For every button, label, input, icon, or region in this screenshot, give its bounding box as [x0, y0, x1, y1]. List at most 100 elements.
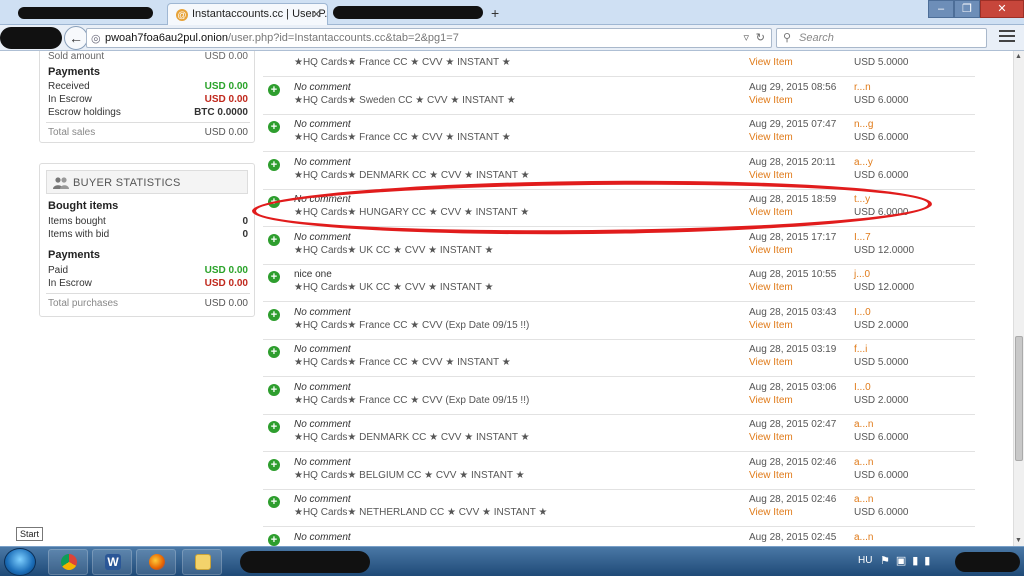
redacted-clock: [955, 552, 1020, 572]
feedback-row: + No comment ★HQ Cards★ NETHERLAND CC ★ CV…: [263, 490, 975, 527]
view-item-link[interactable]: View Item: [749, 282, 793, 293]
reload-icon[interactable]: ↻: [756, 31, 765, 44]
total-sales-label: Total sales: [48, 127, 96, 138]
positive-feedback-icon: +: [268, 458, 280, 471]
feedback-date: Aug 28, 2015 02:46: [749, 494, 837, 505]
feedback-date: Aug 29, 2015 08:56: [749, 81, 837, 93]
menu-hamburger-icon[interactable]: [999, 30, 1015, 44]
buyer-username[interactable]: a...n: [854, 494, 873, 505]
explorer-taskbar-button[interactable]: [182, 549, 222, 575]
buyer-username[interactable]: r...n: [854, 82, 871, 93]
total-purchases-label: Total purchases: [48, 298, 119, 309]
view-item-link[interactable]: View Item: [749, 245, 793, 256]
divider: [46, 122, 250, 123]
close-window-button[interactable]: ✕: [980, 0, 1024, 18]
view-item-link[interactable]: View Item: [749, 470, 793, 481]
buyer-username[interactable]: t...y: [854, 194, 870, 205]
site-favicon-icon: @: [176, 9, 188, 21]
feedback-comment: No comment: [294, 119, 351, 130]
view-item-link[interactable]: View Item: [749, 95, 793, 106]
buyer-username[interactable]: a...n: [854, 419, 873, 430]
redacted-taskbar-item: [240, 551, 370, 573]
item-title: ★HQ Cards★ DENMARK CC ★ CVV ★ INSTANT ★: [294, 432, 530, 443]
back-arrow-icon: ←: [69, 30, 83, 46]
minimize-button[interactable]: –: [928, 0, 954, 18]
maximize-button[interactable]: ❐: [954, 0, 980, 18]
feedback-date: Aug 28, 2015 18:59: [749, 194, 837, 205]
feedback-date: Aug 28, 2015 03:19: [749, 344, 837, 355]
item-title: ★HQ Cards★ HUNGARY CC ★ CVV ★ INSTANT ★: [294, 207, 530, 218]
feedback-date: Aug 28, 2015 17:17: [749, 231, 837, 243]
positive-feedback-icon: +: [268, 421, 280, 433]
language-indicator[interactable]: HU: [858, 555, 872, 566]
dropdown-arrow-icon[interactable]: ▿: [743, 31, 749, 44]
total-sales-value: USD 0.00: [204, 127, 248, 138]
items-with-bid-row: Items with bid 0: [48, 229, 248, 240]
buyer-payments-heading: Payments: [48, 249, 100, 261]
positive-feedback-icon: +: [268, 496, 280, 508]
view-item-link[interactable]: View Item: [749, 132, 793, 143]
url-bar[interactable]: ◎ pwoah7foa6au2pul.onion/user.php?id=Ins…: [86, 28, 772, 48]
positive-feedback-icon: +: [268, 121, 280, 133]
buyer-username[interactable]: j...0: [854, 269, 870, 280]
item-price: USD 6.0000: [854, 132, 909, 143]
word-taskbar-button[interactable]: W: [92, 549, 132, 575]
globe-icon: ◎: [91, 33, 101, 45]
start-button[interactable]: [4, 548, 36, 576]
feedback-row: + No comment ★HQ Cards★ France CC ★ CVV ★ …: [263, 340, 975, 377]
positive-feedback-icon: +: [268, 533, 280, 546]
scrollbar-thumb[interactable]: [1015, 336, 1023, 461]
buyer-username[interactable]: I...7: [854, 232, 871, 243]
item-price: USD 5.0000: [854, 57, 909, 68]
browser-tab-bar: @ Instantaccounts.cc | User P... ✕ + – ❐ …: [0, 0, 1024, 25]
view-item-link[interactable]: View Item: [749, 170, 793, 181]
scroll-up-icon[interactable]: ▲: [1015, 53, 1022, 60]
view-item-link[interactable]: View Item: [749, 320, 793, 331]
firefox-taskbar-button[interactable]: [136, 549, 176, 575]
payments-heading: Payments: [48, 66, 100, 78]
feedback-date: Aug 28, 2015 02:47: [749, 419, 837, 430]
in-escrow-value: USD 0.00: [204, 94, 248, 105]
search-input[interactable]: ⚲ Search: [776, 28, 987, 48]
back-button[interactable]: ←: [64, 26, 88, 50]
buyer-username[interactable]: a...n: [854, 457, 873, 468]
view-item-link[interactable]: View Item: [749, 357, 793, 368]
buyer-username[interactable]: a...y: [854, 157, 873, 168]
received-label: Received: [48, 81, 90, 92]
url-path: /user.php?id=Instantaccounts.cc&tab=2&pg…: [227, 32, 459, 44]
sold-amount-value: USD 0.00: [204, 51, 248, 62]
firefox-icon: [149, 554, 165, 570]
view-item-link[interactable]: View Item: [749, 207, 793, 218]
feedback-comment: No comment: [294, 81, 351, 93]
users-icon: [53, 177, 69, 189]
feedback-comment: nice one: [294, 269, 332, 280]
feedback-date: Aug 28, 2015 03:06: [749, 381, 837, 393]
bought-items-heading: Bought items: [48, 200, 119, 212]
buyer-username[interactable]: a...n: [854, 532, 873, 543]
items-with-bid-label: Items with bid: [48, 229, 110, 240]
tab-active[interactable]: @ Instantaccounts.cc | User P... ✕: [167, 3, 328, 25]
buyer-username[interactable]: n...g: [854, 119, 873, 130]
items-bought-label: Items bought: [48, 216, 106, 227]
in-escrow-label: In Escrow: [48, 94, 92, 105]
view-item-link[interactable]: View Item: [749, 57, 793, 68]
buyer-username[interactable]: f...i: [854, 344, 867, 355]
buyer-username[interactable]: I...0: [854, 307, 871, 318]
received-value: USD 0.00: [204, 81, 248, 92]
view-item-link[interactable]: View Item: [749, 507, 793, 518]
item-price: USD 12.0000: [854, 282, 915, 293]
positive-feedback-icon: +: [268, 233, 280, 246]
new-tab-button[interactable]: +: [491, 5, 499, 21]
view-item-link[interactable]: View Item: [749, 395, 793, 406]
search-placeholder: Search: [799, 32, 834, 44]
tab-close-icon[interactable]: ✕: [312, 8, 321, 21]
chrome-taskbar-button[interactable]: [48, 549, 88, 575]
scroll-down-icon[interactable]: ▼: [1015, 537, 1022, 544]
buyer-username[interactable]: I...0: [854, 382, 871, 393]
feedback-comment: No comment: [294, 531, 351, 543]
vertical-scrollbar[interactable]: ▲ ▼: [1013, 51, 1024, 546]
buyer-statistics-box: BUYER STATISTICS Bought items Items boug…: [39, 163, 255, 317]
feedback-date: Aug 28, 2015 20:11: [749, 156, 836, 168]
url-host: pwoah7foa6au2pul.onion: [105, 32, 228, 44]
view-item-link[interactable]: View Item: [749, 432, 793, 443]
